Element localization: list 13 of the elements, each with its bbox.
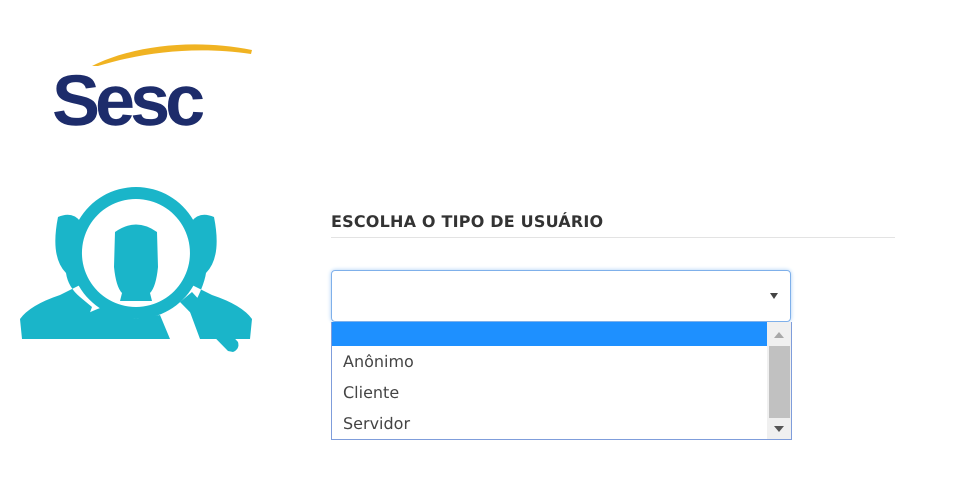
form-heading: ESCOLHA O TIPO DE USUÁRIO <box>331 212 895 238</box>
scroll-down-icon[interactable] <box>774 426 784 432</box>
logo-swoosh-icon <box>92 42 252 66</box>
scroll-up-icon[interactable] <box>774 332 784 338</box>
caret-icon <box>770 293 778 299</box>
scrollbar-thumb[interactable] <box>768 346 790 418</box>
user-search-icon <box>20 187 252 353</box>
dropdown-option[interactable]: Anônimo <box>332 346 767 377</box>
dropdown-option[interactable]: Servidor <box>332 408 767 439</box>
user-type-dropdown[interactable] <box>331 270 791 322</box>
dropdown-option[interactable]: Cliente <box>332 377 767 408</box>
logo-text: Sesc <box>52 66 202 136</box>
scrollbar[interactable] <box>767 322 791 439</box>
